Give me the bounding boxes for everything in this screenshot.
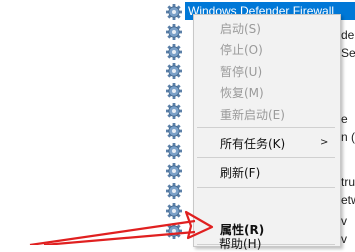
arrow-shaft-lower [43, 230, 196, 245]
annotation-arrows [29, 210, 214, 245]
arrow-shaft-upper [29, 219, 196, 245]
menu-item-help[interactable]: 帮助(H) [219, 236, 261, 252]
arrow-head-icon [184, 210, 214, 240]
